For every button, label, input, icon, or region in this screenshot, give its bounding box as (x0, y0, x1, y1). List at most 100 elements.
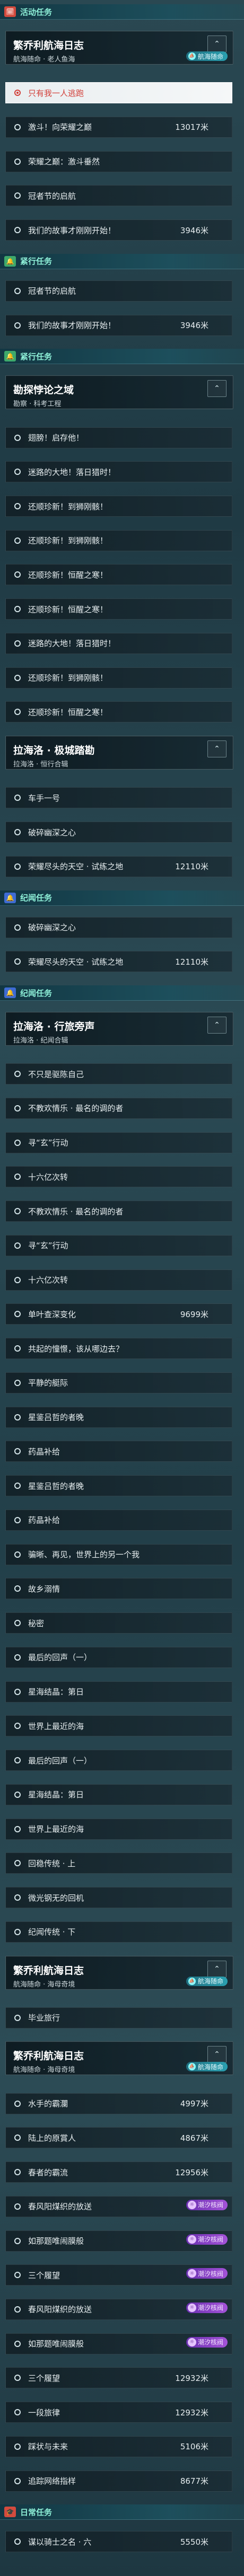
quest-row[interactable]: 还顺珍新！恒醒之寒！ (5, 564, 232, 586)
quest-row[interactable]: 我们的故事才刚刚开始！ 3946米 (5, 314, 232, 336)
quest-title: 星鉴吕哲的者晚 (28, 1481, 84, 1491)
quest-row[interactable]: 最后的回声（一） (5, 1646, 232, 1668)
quest-group-card[interactable]: 勘探悖论之域 勘察 · 科考工程 ⌃ (5, 375, 233, 410)
quest-row[interactable]: 世界上最近的海 (5, 1818, 232, 1840)
quest-distance: 5106米 (180, 2442, 208, 2452)
quest-row[interactable]: 谋以骑士之名 · 六 5550米 (5, 2531, 232, 2553)
quest-row[interactable]: 微光钢无的回机 (5, 1887, 232, 1909)
quest-row[interactable]: 只有我一人逃跑 (5, 82, 232, 104)
quest-row[interactable]: 骗晰、再见，世界上的另一个我 (5, 1543, 232, 1565)
radio-ring-icon (14, 2134, 21, 2141)
bell-icon: 🔔 (4, 351, 16, 362)
quest-row[interactable]: 春者的霸流 12956米 (5, 2162, 232, 2183)
quest-row[interactable]: 踩状与未来 5106米 (5, 2436, 232, 2457)
quest-row[interactable]: 毕业旅行 (5, 2007, 232, 2028)
radio-ring-icon (14, 1448, 21, 1455)
quest-row[interactable]: 如那题唯闹膜般 ☼ 潮汐核阀 (5, 2333, 232, 2354)
quest-title: 踩状与未来 (28, 2442, 68, 2452)
quest-row[interactable]: 回稳传统 · 上 (5, 1852, 232, 1874)
quest-row[interactable]: 平静的艇际 (5, 1372, 232, 1393)
quest-title: 三个履望 (28, 2373, 60, 2383)
quest-row[interactable]: 还顺珍新！到狮刚骸！ (5, 496, 232, 517)
quest-row[interactable]: 寻“玄”行动 (5, 1234, 232, 1256)
quest-row[interactable]: 破碎幽深之心 (5, 916, 232, 938)
chevron-up-icon[interactable]: ⌃ (207, 740, 226, 758)
quest-title: 骗晰、再见，世界上的另一个我 (28, 1550, 140, 1560)
quest-distance: 8677米 (180, 2476, 208, 2486)
quest-group-card[interactable]: 拉海洛 · 极城踏勘 拉海洛 · 恒行合辑 ⌃ (5, 736, 233, 770)
quest-row[interactable]: 还顺珍新！恒醒之寒！ (5, 701, 232, 723)
radio-ring-icon (14, 1174, 21, 1180)
quest-row[interactable]: 荣耀尽头的天空 · 试练之地 12110米 (5, 951, 232, 973)
quest-row[interactable]: 星鉴吕哲的者晚 (5, 1475, 232, 1497)
quest-row[interactable]: 冠者节的启航 (5, 280, 232, 302)
quest-row[interactable]: 故乡溺情 (5, 1578, 232, 1600)
radio-ring-icon (14, 123, 21, 130)
quest-distance: 5550米 (180, 2537, 208, 2547)
chevron-up-icon[interactable]: ⌃ (207, 1960, 226, 1978)
quest-row[interactable]: 还顺珍新！到狮刚骸！ (5, 530, 232, 551)
quest-group-card[interactable]: 拉海洛 · 行旅旁声 拉海洛 · 纪闻合辑 ⌃ (5, 1012, 233, 1046)
quest-row[interactable]: 不只是驱陈自己 (5, 1063, 232, 1085)
quest-row[interactable]: 破碎幽深之心 (5, 822, 232, 843)
quest-title: 荣耀之巅：激斗垂然 (28, 157, 100, 167)
quest-title: 破碎幽深之心 (28, 827, 76, 837)
quest-row[interactable]: 迷路的大地！落日猎时！ (5, 632, 232, 654)
quest-row[interactable]: 还顺珍新！恒醒之寒！ (5, 598, 232, 620)
quest-row[interactable]: 一段旅律 12932米 (5, 2402, 232, 2423)
quest-row[interactable]: 十六亿次转 (5, 1269, 232, 1291)
quest-row[interactable]: 秘密 (5, 1612, 232, 1634)
quest-row[interactable]: 星海结晶：第日 (5, 1784, 232, 1805)
quest-title: 陆上的原賞人 (28, 2133, 76, 2143)
quest-row[interactable]: 不教欢情乐 · 最名的调的者 (5, 1201, 232, 1222)
quest-row[interactable]: 共起的憧憬，该从哪边去？ (5, 1338, 232, 1360)
quest-row[interactable]: 纪闻传统 · 下 (5, 1921, 232, 1943)
quest-row[interactable]: 还顺珍新！到狮刚骸！ (5, 667, 232, 689)
radio-ring-icon (14, 640, 21, 647)
quest-row[interactable]: 荣耀尽头的天空 · 试练之地 12110米 (5, 855, 232, 877)
quest-group-subtitle: 拉海洛 · 纪闻合辑 (13, 1037, 68, 1045)
radio-ring-icon (14, 1654, 21, 1661)
quest-row[interactable]: 迷路的大地！落日猎时！ (5, 461, 232, 483)
quest-distance: 3946米 (180, 321, 208, 331)
radio-ring-icon (14, 90, 21, 96)
chevron-up-icon[interactable]: ⌃ (207, 380, 226, 398)
quest-row[interactable]: 三个履望 ☼ 潮汐核阀 (5, 2264, 232, 2286)
quest-row[interactable]: 翅膀！启存他！ (5, 427, 232, 448)
chevron-up-icon[interactable]: ⌃ (207, 1017, 226, 1034)
quest-row[interactable]: 星鉴吕哲的者晚 (5, 1406, 232, 1428)
radio-ring-icon (14, 1723, 21, 1730)
quest-row[interactable]: 春风阳煤织的放送 ☼ 潮汐核阀 (5, 2298, 232, 2320)
quest-row[interactable]: 陆上的原賞人 4867米 (5, 2127, 232, 2149)
radio-ring-icon (14, 1105, 21, 1111)
quest-row[interactable]: 如那题唯闹膜般 ☼ 潮汐核阀 (5, 2230, 232, 2252)
quest-row[interactable]: 寻“玄”行动 (5, 1132, 232, 1153)
quest-row[interactable]: 三个履望 12932米 (5, 2367, 232, 2389)
quest-row[interactable]: 世界上最近的海 (5, 1715, 232, 1737)
quest-row[interactable]: 十六亿次转 (5, 1166, 232, 1188)
quest-row[interactable]: 激斗！向荣耀之巅 13017米 (5, 116, 232, 138)
quest-row[interactable]: 冠者节的启航 (5, 185, 232, 207)
quest-row[interactable]: 水手的霸瀾 4997米 (5, 2093, 232, 2114)
tide-badge: ☼ 潮汐核阀 (186, 2336, 228, 2348)
radio-ring-icon (14, 1414, 21, 1421)
section-title: 纪闻任务 (20, 893, 53, 903)
quest-group-card[interactable]: 繁乔利航海日志 航海随命 · 老人鱼海 ⌃ ⛵ 航海随命 (5, 31, 233, 65)
quest-row[interactable]: 药晶补给 (5, 1441, 232, 1462)
quest-row[interactable]: 不教欢情乐 · 最名的调的者 (5, 1097, 232, 1119)
quest-group-card[interactable]: 繁乔利航海日志 航海随命 · 海母奇境 ⌃ ⛵ 航海随命 (5, 2041, 233, 2076)
quest-row[interactable]: 星海结晶：第日 (5, 1681, 232, 1702)
quest-row[interactable]: 春风阳煤织的放送 ☼ 潮汐核阀 (5, 2195, 232, 2217)
quest-row[interactable]: 单叶查深变化 9699米 (5, 1303, 232, 1325)
chevron-up-icon[interactable]: ⌃ (207, 36, 226, 53)
tide-badge-label: 潮汐核阀 (197, 2201, 223, 2209)
quest-group-card[interactable]: 繁乔利航海日志 航海随命 · 海母奇境 ⌃ ⛵ 航海随命 (5, 1955, 233, 1990)
quest-row[interactable]: 最后的回声（一） (5, 1750, 232, 1771)
quest-row[interactable]: 我们的故事才刚刚开始！ 3946米 (5, 219, 232, 241)
quest-title: 微光钢无的回机 (28, 1893, 84, 1903)
quest-row[interactable]: 车手一号 (5, 787, 232, 809)
chevron-up-icon[interactable]: ⌃ (207, 2046, 226, 2063)
quest-row[interactable]: 荣耀之巅：激斗垂然 (5, 151, 232, 172)
quest-row[interactable]: 追踪网络指样 8677米 (5, 2470, 232, 2492)
quest-row[interactable]: 药晶补给 (5, 1509, 232, 1531)
